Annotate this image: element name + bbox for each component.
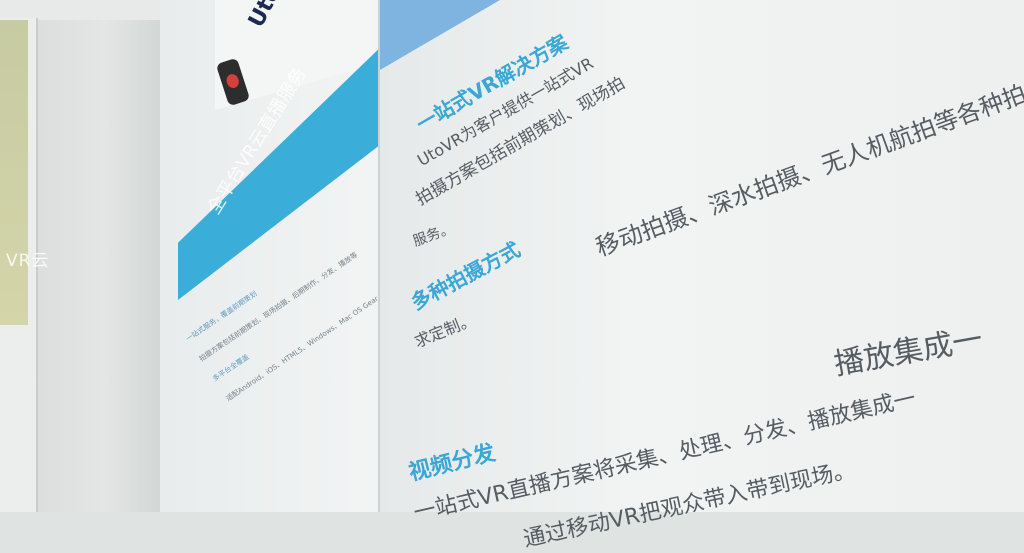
watermark: VR云 bbox=[6, 251, 50, 271]
window-pane bbox=[0, 20, 28, 325]
ceiling bbox=[0, 0, 175, 20]
